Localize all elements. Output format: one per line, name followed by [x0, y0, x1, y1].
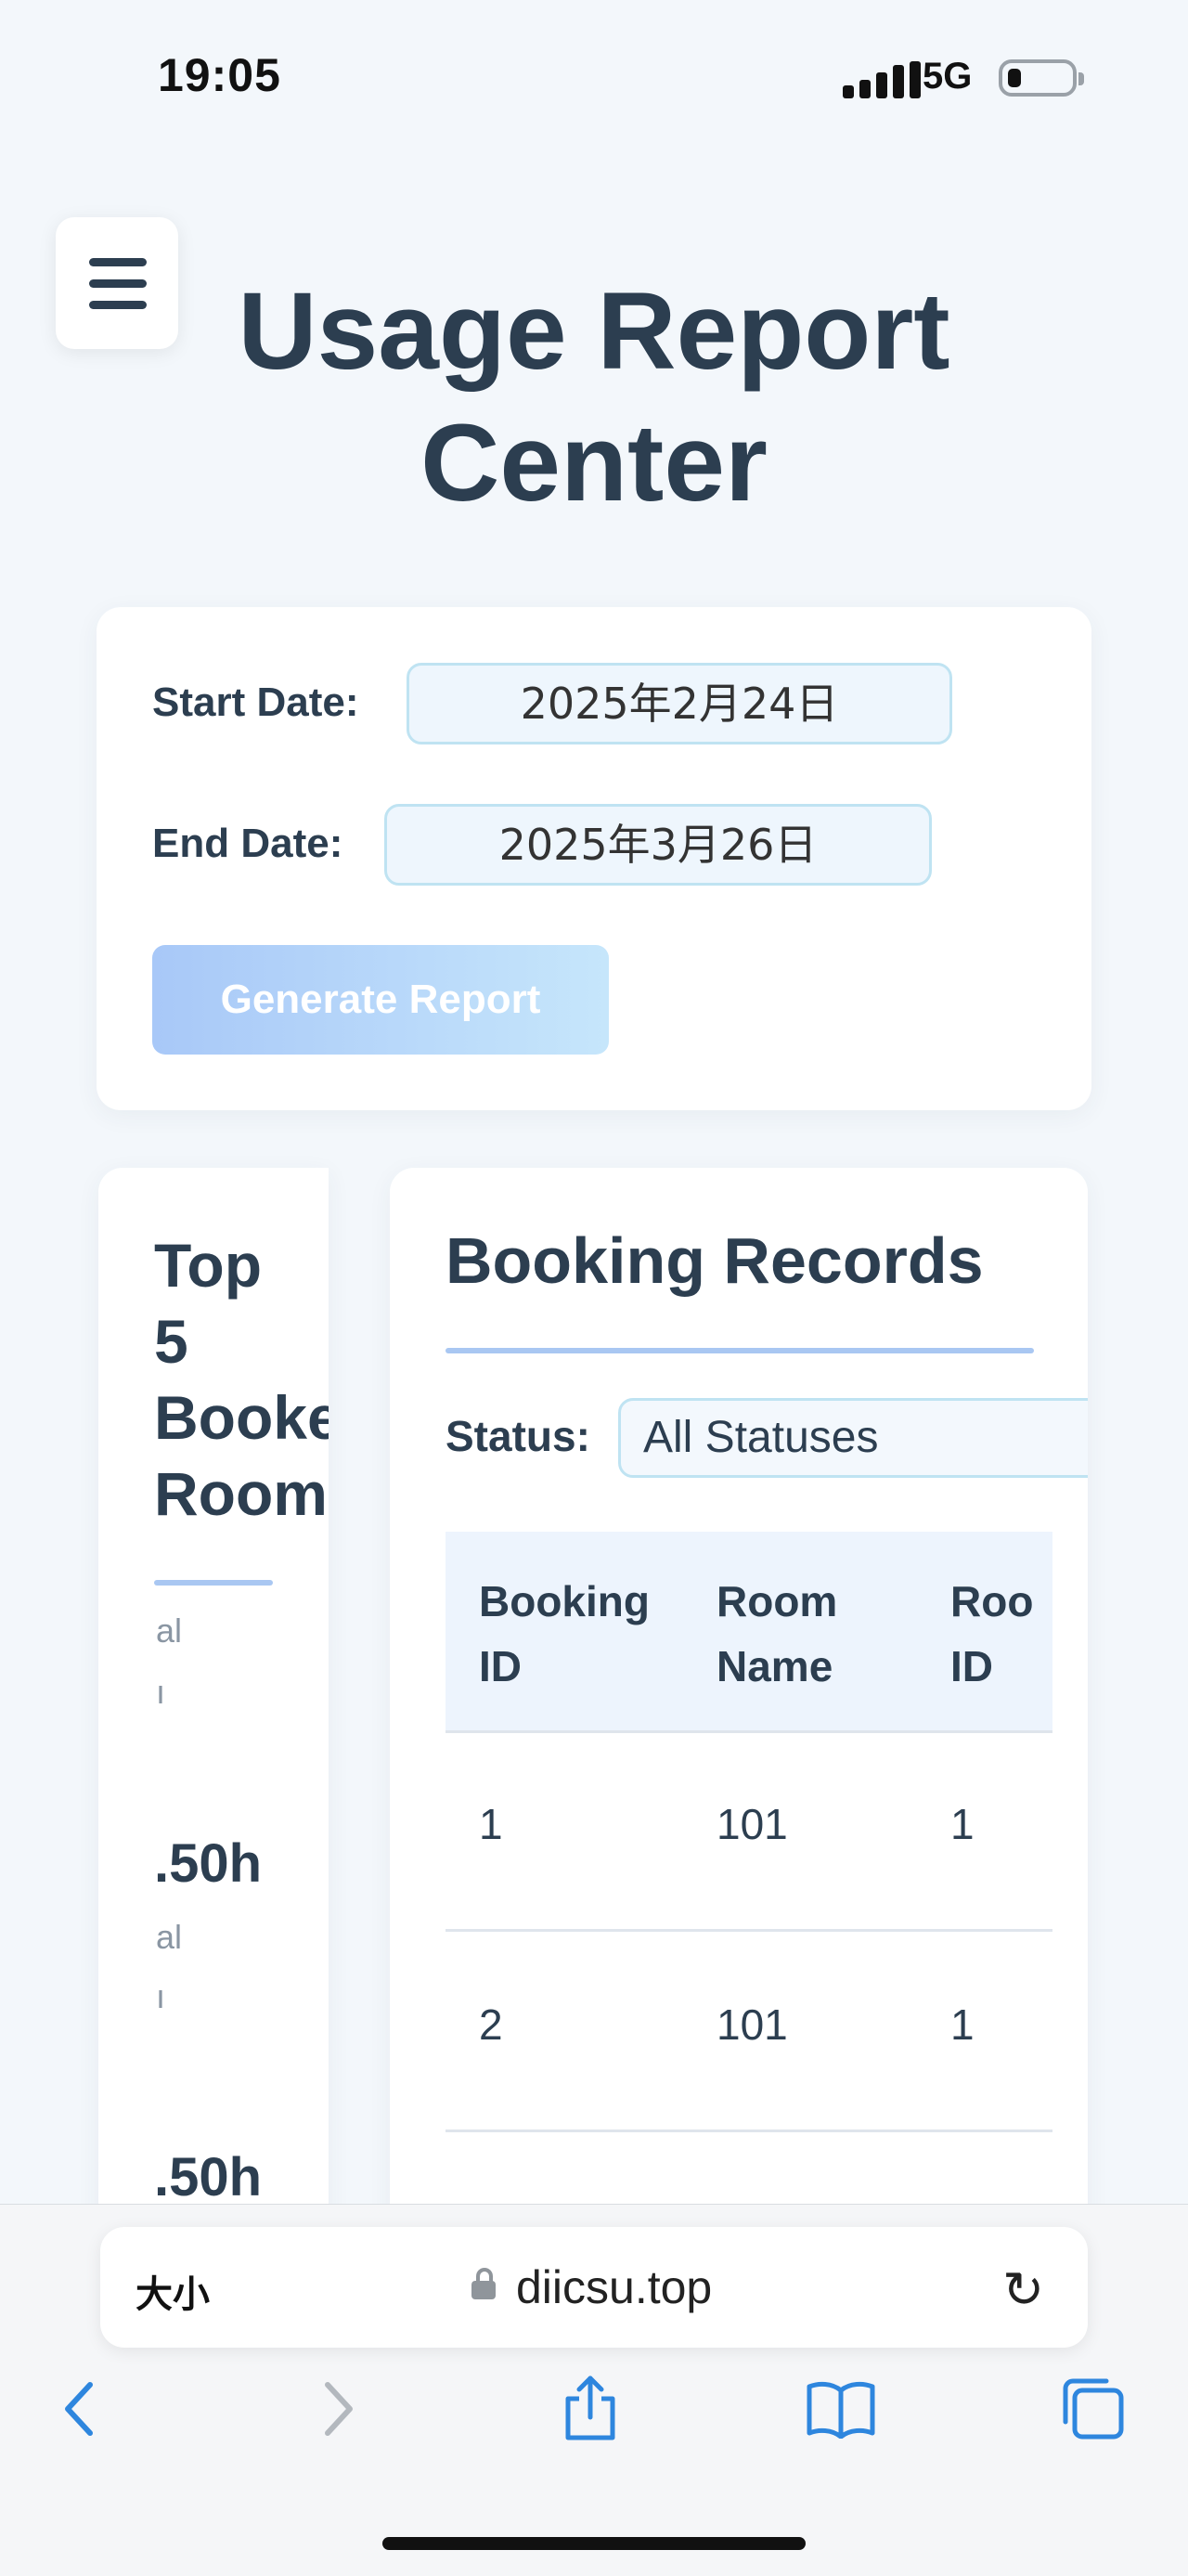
room-hours: .50h	[154, 2147, 263, 2207]
forward-button[interactable]	[306, 2372, 371, 2446]
battery-icon	[999, 59, 1084, 97]
booking-id-cell: 2	[479, 2000, 503, 2049]
status-filter-label: Status:	[446, 1412, 590, 1460]
top5-title-line: 5	[154, 1307, 188, 1376]
room-fragment: al	[156, 1918, 183, 1956]
end-date-label: End Date:	[152, 821, 343, 866]
top5-title: Top 5 Booke Room	[154, 1227, 329, 1532]
table-row[interactable]: 1 101 1	[446, 1730, 1052, 1932]
room-fragment: al	[156, 1612, 183, 1650]
column-header: Booking ID	[479, 1577, 650, 1690]
status-select-value: All Statuses	[643, 1413, 879, 1462]
bookmarks-button[interactable]	[804, 2372, 878, 2446]
booking-table: Booking ID Room Name Roo ID 1 101 1 2 10…	[446, 1532, 1052, 2226]
column-header: Room Name	[717, 1577, 838, 1690]
hamburger-icon	[89, 258, 147, 266]
reload-icon[interactable]: ↻	[1002, 2260, 1044, 2319]
tabs-icon	[1063, 2378, 1124, 2440]
room-fragment: ı	[156, 1673, 166, 1711]
room-id-cell: 1	[950, 1800, 975, 1848]
room-name-cell: 101	[717, 1800, 788, 1848]
generate-report-button[interactable]: Generate Report	[152, 945, 609, 1055]
share-button[interactable]	[553, 2372, 627, 2446]
menu-button[interactable]	[56, 217, 178, 349]
home-indicator	[382, 2537, 806, 2550]
chevron-right-icon	[325, 2382, 353, 2436]
top5-title-line: Room	[154, 1459, 328, 1528]
page-title: Usage Report Center	[238, 270, 950, 524]
top5-title-line: Top	[154, 1231, 263, 1300]
share-icon	[565, 2375, 615, 2440]
book-icon	[807, 2381, 875, 2439]
booking-records-card: Booking Records Status: All Statuses ⌃⌄ …	[390, 1168, 1088, 2226]
table-header: Booking ID Room Name Roo ID	[446, 1532, 1052, 1733]
booking-id-cell: 1	[479, 1800, 503, 1848]
status-bar: 19:05 5G	[0, 0, 1188, 139]
end-date-input[interactable]: 2025年3月26日	[384, 804, 932, 886]
room-hours: .50h	[154, 1833, 263, 1894]
url-text[interactable]: diicsu.top	[516, 2260, 712, 2314]
title-underline	[446, 1348, 1034, 1353]
room-fragment: ı	[156, 1977, 166, 2015]
status-select[interactable]: All Statuses ⌃⌄	[618, 1398, 1088, 1478]
chevron-updown-icon: ⌃⌄	[1087, 1413, 1088, 1459]
chevron-left-icon	[65, 2382, 93, 2436]
back-button[interactable]	[46, 2372, 111, 2446]
table-row[interactable]: 2 101 1	[446, 1931, 1052, 2132]
text-size-button[interactable]: 大小	[136, 2264, 210, 2318]
tabs-button[interactable]	[1056, 2372, 1130, 2446]
title-underline	[154, 1580, 273, 1586]
column-header: Roo ID	[950, 1577, 1034, 1690]
top5-title-line: Booke	[154, 1383, 329, 1452]
browser-chrome: 大小 diicsu.top ↻	[0, 2204, 1188, 2576]
start-date-input[interactable]: 2025年2月24日	[407, 663, 952, 744]
status-time: 19:05	[158, 49, 281, 101]
report-filter-card: Start Date: 2025年2月24日 End Date: 2025年3月…	[97, 607, 1091, 1110]
top-booked-rooms-card: Top 5 Booke Room al ı .50h al ı .50h	[98, 1168, 329, 2226]
start-date-label: Start Date:	[152, 680, 359, 725]
lock-icon	[471, 2268, 496, 2299]
records-title: Booking Records	[446, 1224, 984, 1297]
signal-icon	[843, 61, 921, 98]
room-id-cell: 1	[950, 2000, 975, 2049]
network-type: 5G	[923, 56, 973, 97]
room-name-cell: 101	[717, 2000, 788, 2049]
address-bar[interactable]: 大小 diicsu.top ↻	[100, 2227, 1088, 2348]
